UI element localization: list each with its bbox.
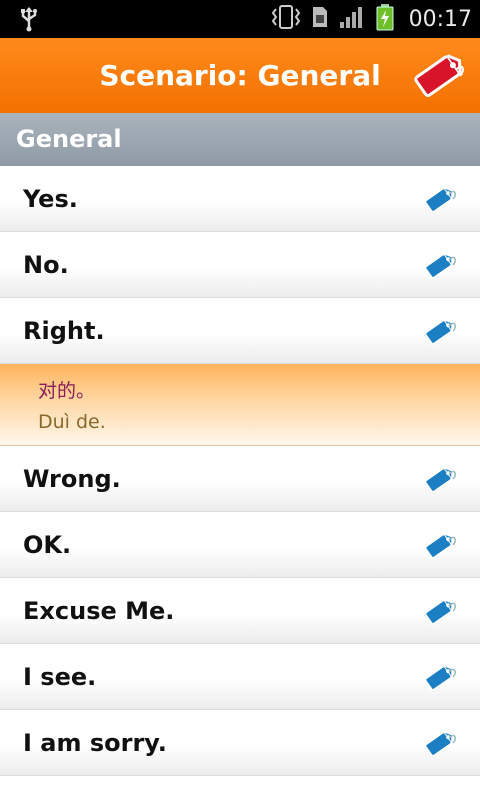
phrase-label: I am sorry. [23, 729, 167, 757]
chinese-translation: 对的。 [38, 380, 96, 402]
bookmark-tag-icon[interactable] [422, 462, 458, 500]
bookmark-tag-icon[interactable] [422, 528, 458, 566]
list-item-no[interactable]: No. [0, 232, 480, 298]
signal-icon [339, 5, 365, 33]
phrase-label: I see. [23, 663, 97, 691]
bookmark-tag-icon[interactable] [422, 182, 458, 220]
phrase-label: Excuse Me. [23, 597, 175, 625]
bookmark-tag-icon[interactable] [422, 660, 458, 698]
sim-icon [311, 5, 329, 33]
phrase-label: No. [23, 251, 69, 279]
translation-panel[interactable]: 对的。 Duì de. [0, 364, 480, 446]
phrase-label: Right. [23, 317, 105, 345]
tag-icon[interactable] [412, 50, 466, 104]
clock: 00:17 [408, 6, 472, 32]
bookmark-tag-icon[interactable] [422, 594, 458, 632]
pinyin-translation: Duì de. [38, 411, 106, 433]
list-item-excuse-me[interactable]: Excuse Me. [0, 578, 480, 644]
phrase-label: OK. [23, 531, 72, 559]
list-item-ok[interactable]: OK. [0, 512, 480, 578]
bookmark-tag-icon[interactable] [422, 314, 458, 352]
list-item-yes[interactable]: Yes. [0, 166, 480, 232]
vibrate-icon [271, 4, 301, 34]
phrase-label: Yes. [23, 185, 78, 213]
status-bar: 00:17 [0, 0, 480, 38]
list-item-i-see[interactable]: I see. [0, 644, 480, 710]
phrase-list: Yes. No. Right. 对的。 Duì de. Wrong. OK. E… [0, 166, 480, 776]
list-item-wrong[interactable]: Wrong. [0, 446, 480, 512]
section-label: General [16, 125, 122, 153]
bookmark-tag-icon[interactable] [422, 726, 458, 764]
phrase-label: Wrong. [23, 465, 121, 493]
title-bar: Scenario: General [0, 38, 480, 114]
bookmark-tag-icon[interactable] [422, 248, 458, 286]
list-item-i-am-sorry[interactable]: I am sorry. [0, 710, 480, 776]
page-title: Scenario: General [99, 59, 381, 92]
section-header: General [0, 113, 480, 166]
battery-charging-icon [375, 3, 395, 35]
usb-icon [18, 6, 40, 36]
list-item-right[interactable]: Right. [0, 298, 480, 364]
